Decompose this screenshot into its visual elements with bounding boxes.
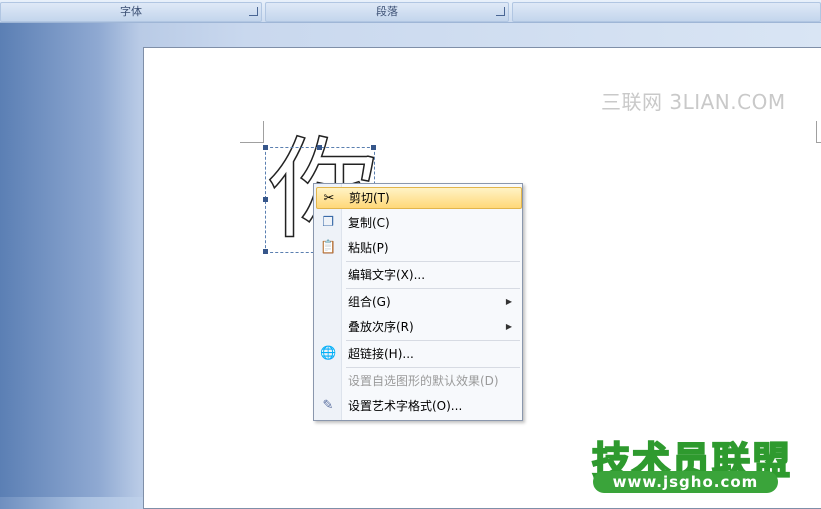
menu-item-cut[interactable]: ✂ 剪切(T)	[316, 187, 522, 209]
submenu-arrow-icon: ▶	[505, 297, 512, 306]
paste-icon: 📋	[320, 240, 337, 255]
menu-item-label: 组合(G)	[348, 295, 391, 309]
margin-corner-mark	[240, 142, 264, 143]
menu-item-label: 编辑文字(X)...	[348, 268, 426, 282]
margin-corner-mark	[816, 121, 817, 143]
copy-icon: ❐	[322, 215, 334, 230]
resize-handle[interactable]	[263, 145, 268, 150]
menu-item-label: 粘贴(P)	[348, 241, 389, 255]
menu-item-label: 剪切(T)	[349, 191, 390, 205]
menu-item-label: 叠放次序(R)	[348, 320, 414, 334]
menu-item-label: 设置自选图形的默认效果(D)	[348, 374, 499, 388]
menu-item-label: 设置艺术字格式(O)...	[348, 399, 463, 413]
wordart-format-icon: ✎	[322, 398, 334, 413]
menu-item-set-default-effect: 设置自选图形的默认效果(D)	[316, 370, 520, 392]
menu-item-paste[interactable]: 📋 粘贴(P)	[316, 237, 520, 259]
menu-separator	[346, 261, 520, 262]
dialog-launcher-icon[interactable]	[496, 7, 505, 16]
menu-item-group[interactable]: 组合(G) ▶	[316, 291, 520, 313]
ribbon-group-paragraph[interactable]: 段落	[265, 2, 509, 22]
submenu-arrow-icon: ▶	[505, 322, 512, 331]
ribbon-group-next	[512, 2, 821, 22]
resize-handle[interactable]	[317, 145, 322, 150]
menu-item-format-wordart[interactable]: ✎ 设置艺术字格式(O)...	[316, 395, 520, 417]
scissors-icon: ✂	[323, 191, 335, 206]
ribbon-group-paragraph-label: 段落	[376, 5, 398, 18]
menu-separator	[346, 367, 520, 368]
hyperlink-globe-icon: 🌐	[320, 346, 337, 361]
margin-corner-mark	[816, 142, 821, 143]
site-logo-url: www.jsgho.com	[593, 471, 778, 493]
menu-item-copy[interactable]: ❐ 复制(C)	[316, 212, 520, 234]
menu-item-label: 超链接(H)...	[348, 347, 414, 361]
menu-item-hyperlink[interactable]: 🌐 超链接(H)...	[316, 343, 520, 365]
margin-corner-mark	[263, 121, 264, 143]
ribbon-group-font-label: 字体	[120, 5, 142, 18]
ribbon-group-bar: 字体 段落	[0, 0, 821, 23]
resize-handle[interactable]	[263, 197, 268, 202]
ribbon-group-font[interactable]: 字体	[0, 2, 262, 22]
dialog-launcher-icon[interactable]	[249, 7, 258, 16]
context-menu: ✂ 剪切(T) ❐ 复制(C) 📋 粘贴(P) 编辑文字(X)... 组合(G)…	[313, 183, 523, 421]
resize-handle[interactable]	[371, 145, 376, 150]
menu-item-label: 复制(C)	[348, 216, 390, 230]
menu-separator	[346, 340, 520, 341]
watermark-text: 三联网 3LIAN.COM	[601, 90, 786, 114]
menu-separator	[346, 288, 520, 289]
resize-handle[interactable]	[263, 249, 268, 254]
menu-item-order[interactable]: 叠放次序(R) ▶	[316, 316, 520, 338]
menu-item-edit-text[interactable]: 编辑文字(X)...	[316, 264, 520, 286]
